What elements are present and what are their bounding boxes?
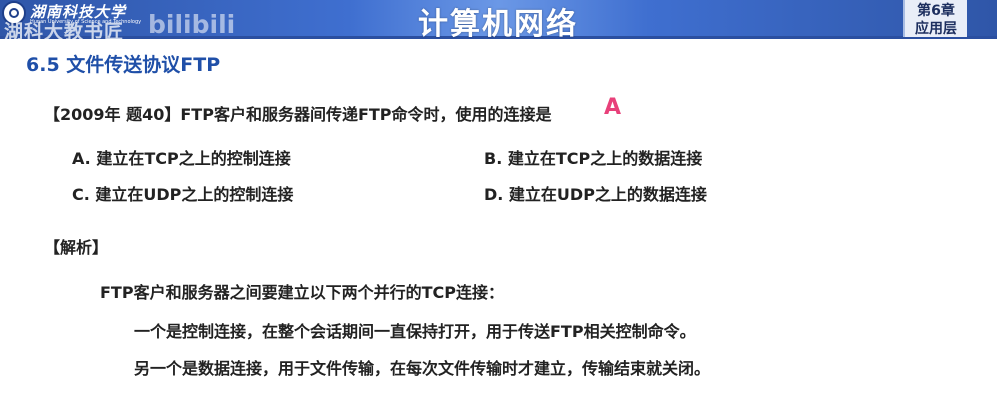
answer-mark: A [604, 95, 622, 120]
channel-watermark: 湖科大教书匠 [4, 21, 125, 43]
analysis-line-data: 另一个是数据连接，用于文件传输，在每次文件传输时才建立，传输结束就关闭。 [134, 359, 711, 378]
option-b: B. 建立在TCP之上的数据连接 [484, 149, 703, 168]
analysis-line-control: 一个是控制连接，在整个会话期间一直保持打开，用于传送FTP相关控制命令。 [134, 322, 696, 341]
chapter-number: 第6章 [917, 3, 955, 19]
option-a: A. 建立在TCP之上的控制连接 [72, 149, 291, 168]
course-title: 计算机网络 [418, 7, 578, 42]
chapter-name: 应用层 [915, 21, 957, 37]
chapter-badge: 第6章 应用层 [903, 0, 967, 37]
bilibili-watermark: bilibili [148, 10, 236, 39]
option-d: D. 建立在UDP之上的数据连接 [484, 185, 707, 204]
question-text: 【2009年 题40】FTP客户和服务器间传递FTP命令时，使用的连接是 [44, 105, 552, 124]
analysis-label: 【解析】 [44, 238, 109, 257]
analysis-intro: FTP客户和服务器之间要建立以下两个并行的TCP连接： [100, 283, 504, 302]
section-title: 6.5 文件传送协议FTP [26, 54, 221, 76]
option-c: C. 建立在UDP之上的控制连接 [72, 185, 294, 204]
